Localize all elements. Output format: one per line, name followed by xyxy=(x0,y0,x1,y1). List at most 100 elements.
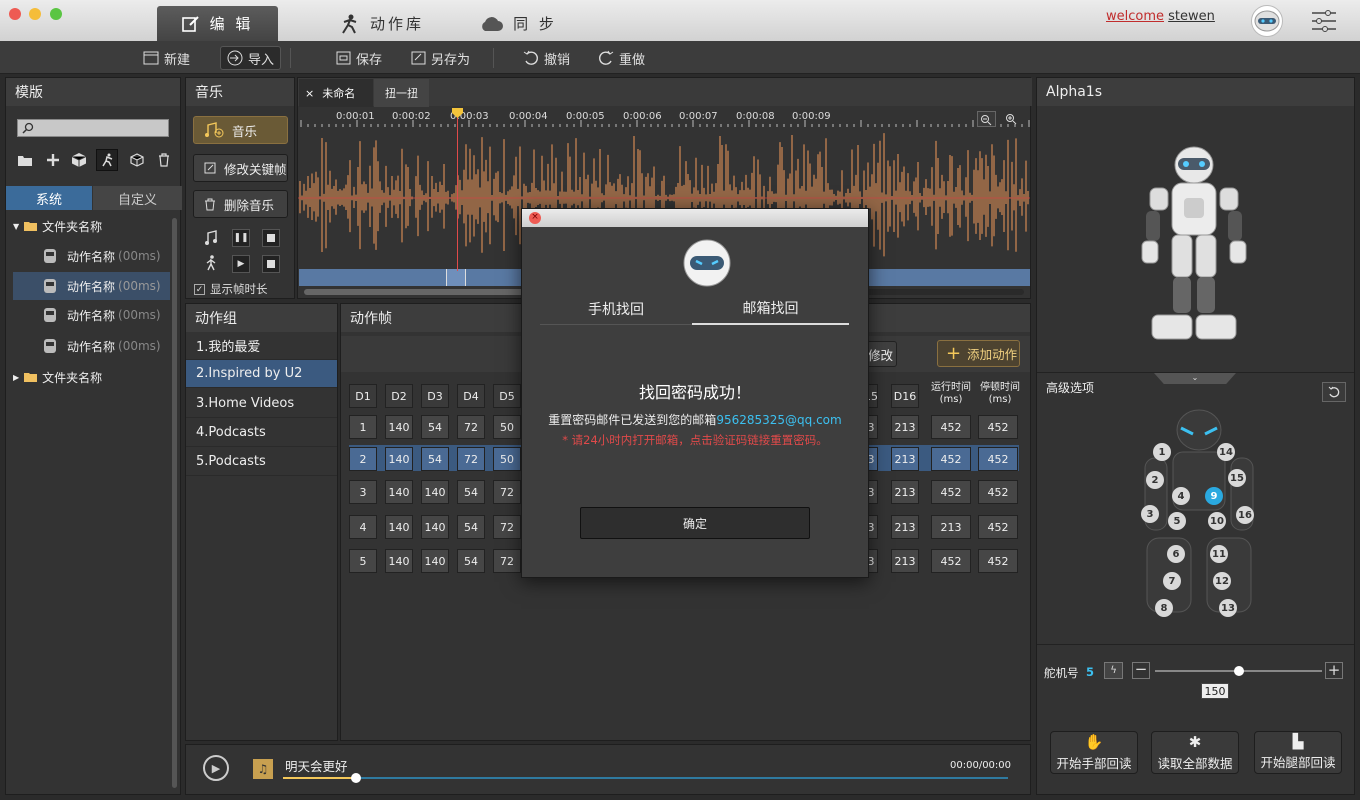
frame-cell[interactable]: 213 xyxy=(891,515,919,539)
tab-phone-recovery[interactable]: 手机找回 xyxy=(540,293,692,325)
settings-sliders-icon[interactable] xyxy=(1311,10,1337,32)
run-time-cell[interactable]: 213 xyxy=(931,515,971,539)
delete-music-button[interactable]: 删除音乐 xyxy=(193,190,288,218)
joint-badge-6[interactable]: 6 xyxy=(1167,545,1185,563)
undo-button[interactable]: 撤销 xyxy=(517,46,576,70)
column-header[interactable]: D2 xyxy=(385,384,413,408)
joint-badge-13[interactable]: 13 xyxy=(1219,599,1237,617)
column-header[interactable]: D3 xyxy=(421,384,449,408)
group-item-2[interactable]: 2.Inspired by U2 xyxy=(186,360,337,388)
music-stop-button[interactable] xyxy=(262,229,280,247)
action-block[interactable] xyxy=(446,269,466,286)
frame-cell[interactable]: 140 xyxy=(421,549,449,573)
action-play-button[interactable]: ▶ xyxy=(232,255,250,273)
doc-tab-unnamed[interactable]: × 未命名 xyxy=(299,79,373,107)
frame-cell[interactable]: 140 xyxy=(385,515,413,539)
dialog-close-button[interactable]: × xyxy=(529,212,541,224)
frame-cell[interactable]: 140 xyxy=(385,415,413,439)
tab-custom[interactable]: 自定义 xyxy=(93,186,182,210)
tab-edit[interactable]: 编 辑 xyxy=(157,6,278,41)
stop-time-cell[interactable]: 452 xyxy=(978,480,1018,504)
frame-cell[interactable]: 72 xyxy=(493,480,521,504)
folder-1[interactable]: ▼ 文件夹名称 xyxy=(13,212,170,240)
column-header[interactable]: D16 xyxy=(891,384,919,408)
frame-cell[interactable]: 4 xyxy=(349,515,377,539)
frame-cell[interactable]: 140 xyxy=(421,515,449,539)
column-header[interactable]: D5 xyxy=(493,384,521,408)
tab-system[interactable]: 系统 xyxy=(6,186,92,210)
tab-action-library[interactable]: 动作库 xyxy=(326,6,436,41)
close-tab-icon[interactable]: × xyxy=(305,87,314,100)
joint-badge-7[interactable]: 7 xyxy=(1163,572,1181,590)
template-scrollbar[interactable] xyxy=(172,218,177,788)
group-item-3[interactable]: 3.Home Videos xyxy=(186,390,337,418)
folder-2[interactable]: ▶ 文件夹名称 xyxy=(13,363,170,391)
leg-readback-button[interactable]: ▙ 开始腿部回读 xyxy=(1254,731,1342,774)
run-time-cell[interactable]: 452 xyxy=(931,480,971,504)
box-icon[interactable] xyxy=(130,153,144,167)
show-duration-checkbox[interactable]: ✓ 显示帧时长 xyxy=(194,281,268,297)
avatar[interactable] xyxy=(1251,5,1283,37)
joint-badge-12[interactable]: 12 xyxy=(1213,572,1231,590)
action-item-1[interactable]: 动作名称 (00ms) xyxy=(13,242,170,270)
action-stop-button[interactable] xyxy=(262,255,280,273)
frame-cell[interactable]: 140 xyxy=(385,549,413,573)
decrease-button[interactable]: − xyxy=(1132,662,1150,679)
tab-sync[interactable]: 同 步 xyxy=(478,6,558,41)
power-button[interactable]: ϟ xyxy=(1104,662,1123,679)
doc-tab-twist[interactable]: 扭一扭 xyxy=(374,79,429,107)
group-item-1[interactable]: 1.我的最爱 xyxy=(186,332,337,360)
column-header[interactable]: D4 xyxy=(457,384,485,408)
group-item-4[interactable]: 4.Podcasts xyxy=(186,419,337,447)
music-button[interactable]: 音乐 xyxy=(193,116,288,144)
stop-time-cell[interactable]: 452 xyxy=(978,549,1018,573)
joint-badge-2[interactable]: 2 xyxy=(1146,471,1164,489)
joint-badge-15[interactable]: 15 xyxy=(1228,469,1246,487)
frame-cell[interactable]: 140 xyxy=(421,480,449,504)
add-icon[interactable] xyxy=(46,153,60,167)
play-button[interactable]: ▶ xyxy=(203,755,229,781)
frame-cell[interactable]: 213 xyxy=(891,549,919,573)
add-action-button[interactable]: + 添加动作 xyxy=(937,340,1020,367)
frame-cell[interactable]: 54 xyxy=(421,447,449,471)
servo-value-field[interactable]: 150 xyxy=(1201,683,1229,699)
joint-badge-16[interactable]: 16 xyxy=(1236,506,1254,524)
collapse-toggle[interactable]: ⌄ xyxy=(1154,373,1236,384)
minimize-window-button[interactable] xyxy=(29,8,41,20)
action-item-2[interactable]: 动作名称 (00ms) xyxy=(13,272,170,300)
run-time-cell[interactable]: 452 xyxy=(931,549,971,573)
username-link[interactable]: stewen xyxy=(1168,9,1215,24)
servo-slider-knob[interactable] xyxy=(1233,666,1244,676)
new-button[interactable]: 新建 xyxy=(137,46,196,70)
save-button[interactable]: 保存 xyxy=(330,46,388,70)
frame-cell[interactable]: 54 xyxy=(457,480,485,504)
joint-badge-5[interactable]: 5 xyxy=(1168,512,1186,530)
run-time-cell[interactable]: 452 xyxy=(931,415,971,439)
joint-badge-3[interactable]: 3 xyxy=(1141,505,1159,523)
frame-cell[interactable]: 2 xyxy=(349,447,377,471)
joint-badge-9[interactable]: 9 xyxy=(1205,487,1223,505)
frame-cell[interactable]: 72 xyxy=(457,447,485,471)
frame-cell[interactable]: 72 xyxy=(493,549,521,573)
action-mode-button[interactable] xyxy=(96,149,118,171)
robot-3d-model[interactable] xyxy=(1132,143,1257,343)
frame-cell[interactable]: 3 xyxy=(349,480,377,504)
frame-cell[interactable]: 1 xyxy=(349,415,377,439)
tab-email-recovery[interactable]: 邮箱找回 xyxy=(692,293,849,325)
action-item-3[interactable]: 动作名称 (00ms) xyxy=(13,301,170,329)
reset-button[interactable] xyxy=(1322,382,1346,402)
joint-badge-11[interactable]: 11 xyxy=(1210,545,1228,563)
stop-time-cell[interactable]: 452 xyxy=(978,415,1018,439)
ok-button[interactable]: 确定 xyxy=(580,507,810,539)
trash-icon[interactable] xyxy=(158,153,170,167)
frame-cell[interactable]: 5 xyxy=(349,549,377,573)
frame-cell[interactable]: 140 xyxy=(385,447,413,471)
joint-badge-8[interactable]: 8 xyxy=(1155,599,1173,617)
zoom-out-button[interactable] xyxy=(977,111,996,127)
frame-cell[interactable]: 54 xyxy=(457,549,485,573)
joint-badge-14[interactable]: 14 xyxy=(1217,443,1235,461)
cube-icon[interactable] xyxy=(71,152,87,168)
stop-time-cell[interactable]: 452 xyxy=(978,515,1018,539)
joint-badge-1[interactable]: 1 xyxy=(1153,443,1171,461)
joint-badge-4[interactable]: 4 xyxy=(1172,487,1190,505)
